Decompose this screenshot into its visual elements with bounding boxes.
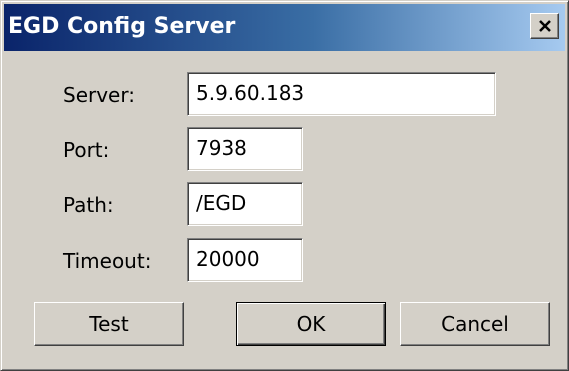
dialog-window: EGD Config Server Server: 5.9.60.183 Por… <box>0 0 569 371</box>
close-icon <box>538 20 551 32</box>
timeout-label: Timeout: <box>63 249 152 273</box>
window-title: EGD Config Server <box>8 14 236 39</box>
timeout-input[interactable]: 20000 <box>187 238 303 282</box>
cancel-button[interactable]: Cancel <box>400 302 550 346</box>
port-label: Port: <box>63 138 110 162</box>
port-input[interactable]: 7938 <box>187 127 303 171</box>
close-button[interactable] <box>530 13 559 39</box>
path-input[interactable]: /EGD <box>187 182 303 226</box>
server-input[interactable]: 5.9.60.183 <box>187 72 496 116</box>
ok-button[interactable]: OK <box>236 302 386 346</box>
path-label: Path: <box>63 193 114 217</box>
test-button[interactable]: Test <box>34 302 184 346</box>
server-label: Server: <box>63 83 135 107</box>
title-bar[interactable]: EGD Config Server <box>4 4 565 51</box>
